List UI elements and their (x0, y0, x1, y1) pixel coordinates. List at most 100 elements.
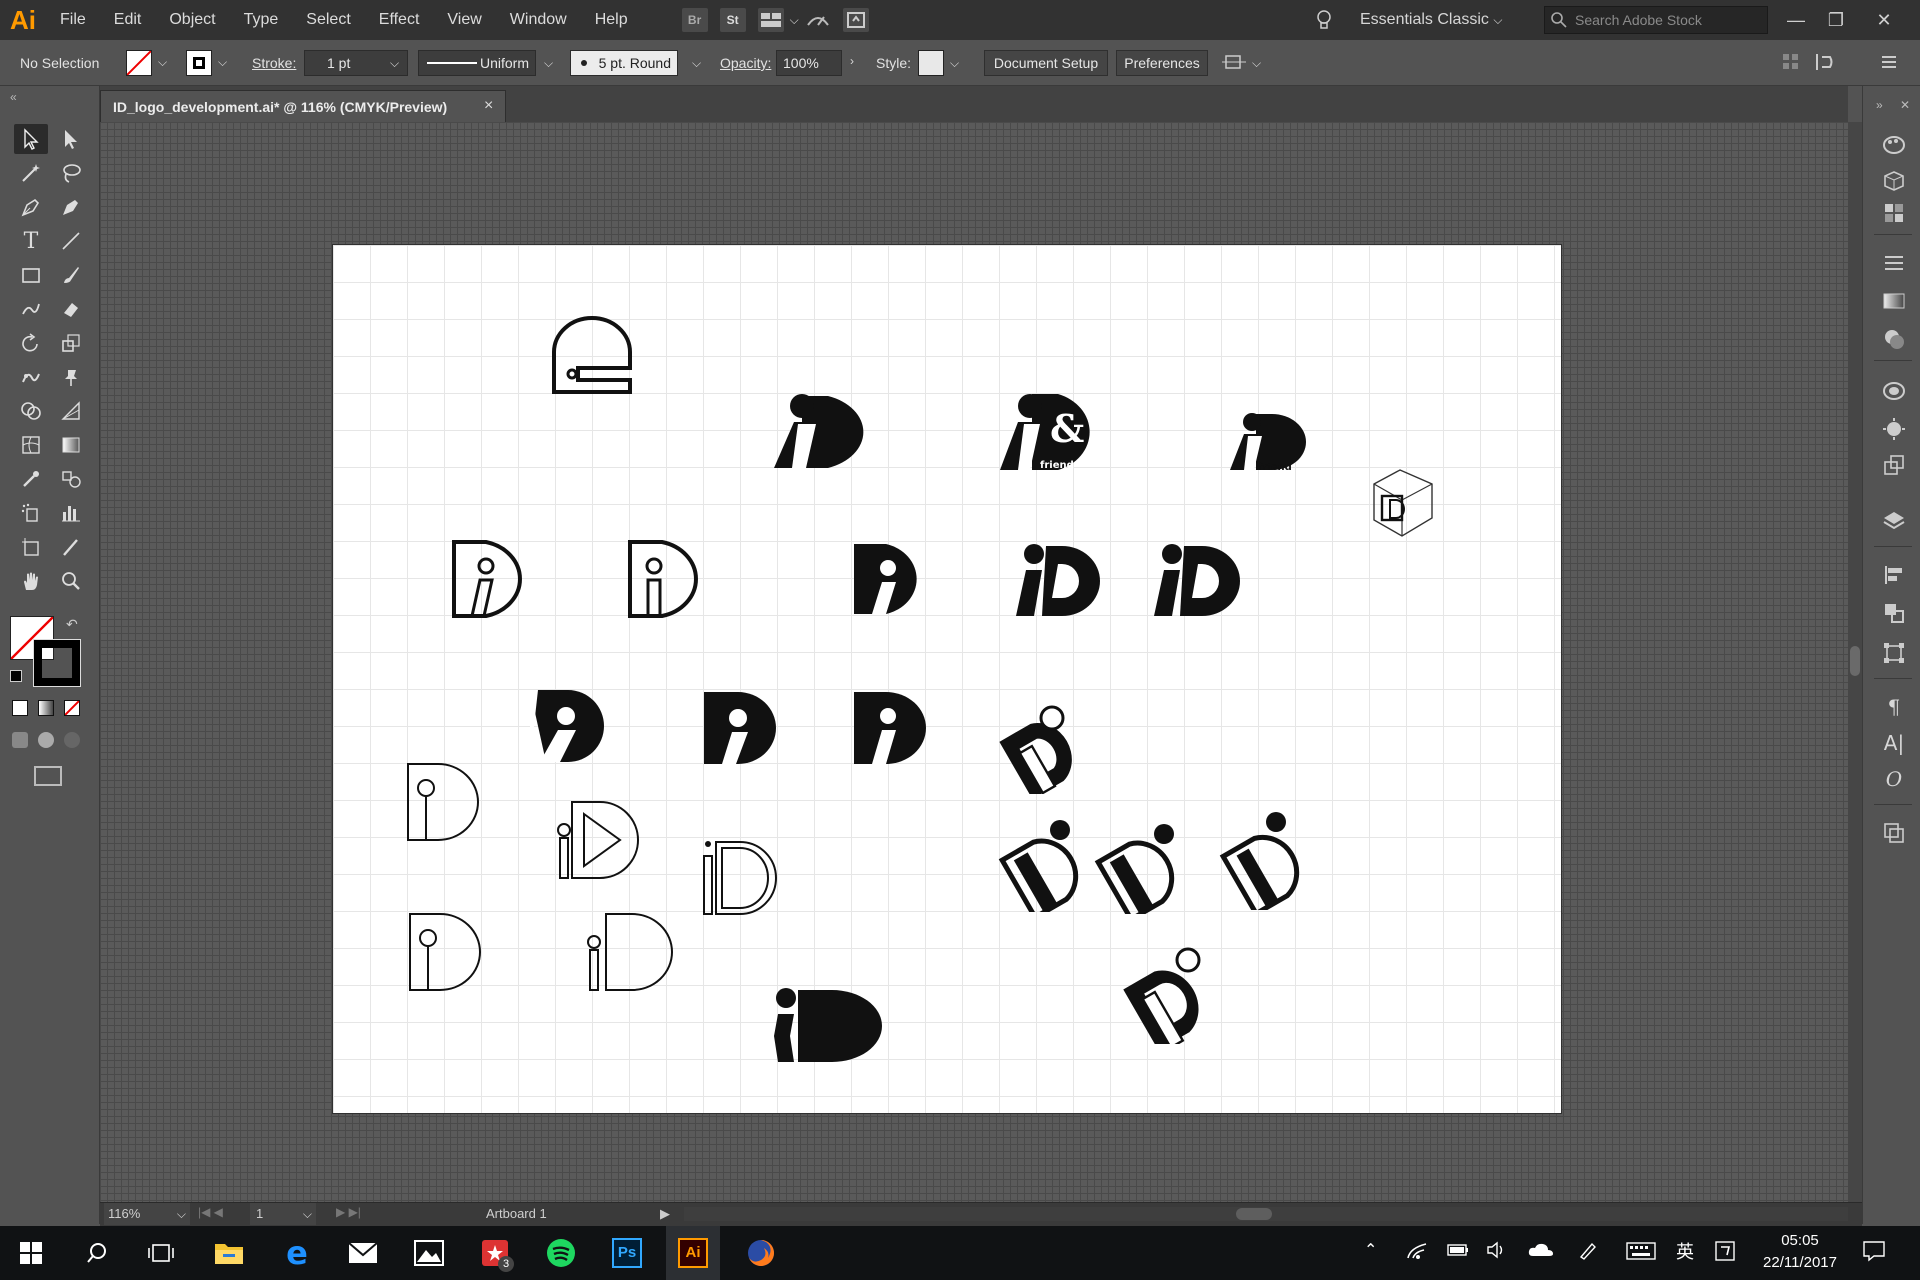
close-button[interactable]: ✕ (1864, 0, 1904, 40)
logo-id-solid-2[interactable] (852, 542, 928, 616)
workspace-switcher[interactable]: Essentials Classic ⌵ (1360, 0, 1503, 40)
logo-id-line-1[interactable] (404, 762, 484, 842)
variable-width-profile[interactable]: Uniform (418, 50, 536, 76)
color-panel-icon[interactable] (1880, 132, 1908, 158)
opacity-label[interactable]: Opacity: (720, 40, 771, 86)
logo-d-tilted-1[interactable] (994, 704, 1080, 794)
share-icon[interactable] (842, 8, 869, 32)
collapse-panel-icon[interactable]: « (10, 90, 17, 104)
stroke-panel-icon[interactable] (1880, 250, 1908, 276)
logo-id-bold[interactable] (772, 986, 884, 1064)
appearance-panel-icon[interactable] (1880, 378, 1908, 404)
paragraph-panel-icon[interactable]: ¶ (1880, 694, 1908, 720)
swap-fill-stroke-icon[interactable]: ↶ (66, 616, 78, 633)
asset-export-panel-icon[interactable] (1880, 452, 1908, 478)
column-graph-tool-icon[interactable] (54, 498, 88, 528)
input-mode-icon[interactable] (1714, 1240, 1736, 1266)
volume-icon[interactable] (1486, 1240, 1508, 1264)
opentype-panel-icon[interactable]: O (1880, 766, 1908, 792)
draw-normal-icon[interactable] (12, 732, 28, 748)
graphic-style-swatch[interactable] (918, 50, 944, 76)
transparency-panel-icon[interactable] (1880, 326, 1908, 352)
menu-type[interactable]: Type (230, 0, 293, 40)
stroke-label[interactable]: Stroke: (252, 40, 296, 86)
photos-icon[interactable] (402, 1226, 456, 1280)
pathfinder-panel-icon[interactable] (1880, 600, 1908, 626)
panel-menu-icon[interactable] (1880, 54, 1898, 74)
logo-id-outline-2[interactable] (626, 538, 710, 620)
artboard-tool-icon[interactable] (14, 532, 48, 562)
bridge-button[interactable]: Br (681, 8, 708, 32)
close-tab-icon[interactable]: × (484, 90, 504, 122)
photoshop-taskbar-icon[interactable]: Ps (600, 1226, 654, 1280)
blend-tool-icon[interactable] (54, 464, 88, 494)
logo-helmet-outline[interactable] (550, 316, 634, 396)
character-panel-icon[interactable]: A| (1880, 730, 1908, 756)
last-artboard-icon[interactable]: ▶ ▶| (336, 1205, 361, 1219)
arrange-chevron-icon[interactable]: ⌵ (1252, 56, 1261, 71)
stock-search-input[interactable]: Search Adobe Stock (1544, 6, 1768, 34)
restore-button[interactable]: ❐ (1816, 0, 1856, 40)
menu-help[interactable]: Help (581, 0, 642, 40)
lasso-tool-icon[interactable] (54, 158, 88, 188)
layers-panel-icon[interactable] (1880, 508, 1908, 534)
logo-id-solid-4[interactable] (1150, 542, 1244, 618)
arrange-documents-icon[interactable] (757, 8, 784, 32)
shape-builder-tool-icon[interactable] (14, 396, 48, 426)
document-tab[interactable]: ID_logo_development.ai* @ 116% (CMYK/Pre… (100, 90, 506, 122)
paintbrush-tool-icon[interactable] (54, 260, 88, 290)
eraser-tool-icon[interactable] (54, 294, 88, 324)
rotate-tool-icon[interactable] (14, 328, 48, 358)
scale-tool-icon[interactable] (54, 328, 88, 358)
brush-definition[interactable]: 5 pt. Round (570, 50, 678, 76)
logo-id-friend-small[interactable]: friend (1228, 410, 1310, 472)
line-segment-tool-icon[interactable] (54, 226, 88, 256)
logo-id-line-3[interactable] (584, 912, 674, 992)
screen-mode-icon[interactable] (34, 766, 62, 786)
stock-button[interactable]: St (719, 8, 746, 32)
pin-tool-icon[interactable] (54, 362, 88, 392)
graphic-styles-panel-icon[interactable] (1880, 416, 1908, 442)
menu-select[interactable]: Select (292, 0, 364, 40)
artboard[interactable] (332, 244, 1562, 1114)
mesh-tool-icon[interactable] (14, 430, 48, 460)
minimize-button[interactable]: — (1776, 0, 1816, 40)
gradient-panel-icon[interactable] (1880, 288, 1908, 314)
onedrive-icon[interactable] (1528, 1240, 1554, 1264)
type-tool-icon[interactable]: T (14, 226, 48, 256)
pen-tool-icon[interactable] (14, 192, 48, 222)
gradient-tool-icon[interactable] (54, 430, 88, 460)
profile-chevron-icon[interactable]: ⌵ (544, 56, 553, 71)
style-chevron-icon[interactable]: ⌵ (950, 56, 959, 71)
action-center-icon[interactable] (1862, 1240, 1886, 1266)
logo-id-solid[interactable] (772, 392, 888, 472)
symbol-sprayer-tool-icon[interactable] (14, 498, 48, 528)
fill-dropdown-chevron-icon[interactable]: ⌵ (158, 55, 167, 70)
direct-selection-tool-icon[interactable] (54, 124, 88, 154)
menu-effect[interactable]: Effect (365, 0, 434, 40)
edge-browser-icon[interactable]: e (270, 1226, 324, 1280)
logo-id-triangle-line[interactable] (554, 800, 642, 880)
transform-panel-icon[interactable] (1880, 640, 1908, 666)
task-view-icon[interactable] (134, 1226, 188, 1280)
horizontal-scrollbar[interactable] (684, 1207, 1848, 1221)
opacity-arrow-icon[interactable]: › (850, 54, 854, 68)
logo-d-tilted-4[interactable] (1216, 808, 1308, 910)
default-fill-stroke-icon[interactable] (10, 670, 22, 682)
rectangle-tool-icon[interactable] (14, 260, 48, 290)
puppet-warp-tool-icon[interactable] (14, 362, 48, 392)
first-artboard-icon[interactable]: |◀ ◀ (198, 1205, 223, 1219)
spotify-icon[interactable] (534, 1226, 588, 1280)
close-panels-icon[interactable]: ✕ (1900, 98, 1910, 112)
color-mode-icon[interactable] (12, 700, 28, 716)
mail-icon[interactable] (336, 1226, 390, 1280)
show-hidden-icons-icon[interactable]: ⌃ (1364, 1240, 1377, 1260)
eyedropper-tool-icon[interactable] (14, 464, 48, 494)
firefox-icon[interactable] (734, 1226, 788, 1280)
illustrator-taskbar-icon[interactable]: Ai (666, 1226, 720, 1280)
menu-file[interactable]: File (46, 0, 100, 40)
zoom-tool-icon[interactable] (54, 566, 88, 596)
logo-id-ampersand-friend[interactable]: & friend (998, 390, 1108, 474)
transform-icon[interactable] (1814, 52, 1836, 76)
logo-d-tilted-3[interactable] (1090, 814, 1182, 914)
